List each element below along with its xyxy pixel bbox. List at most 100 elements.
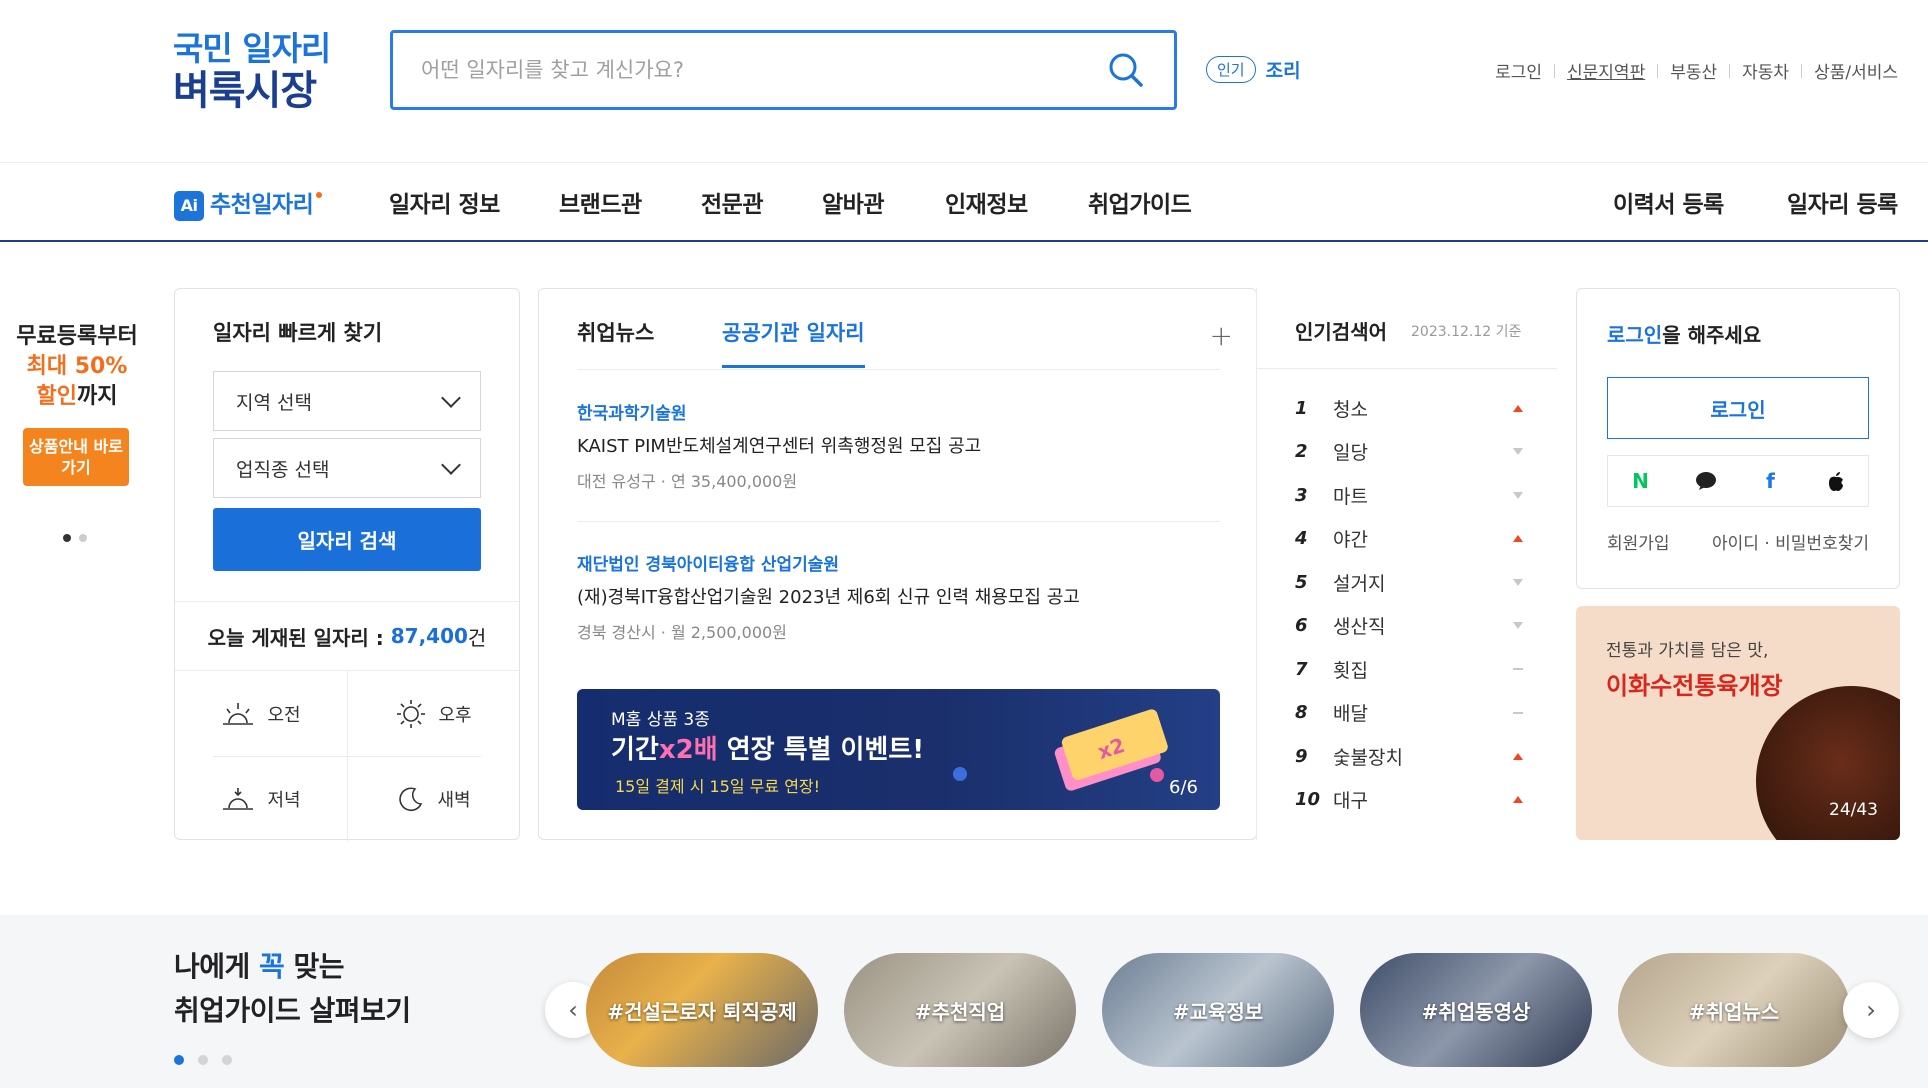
- guide-pill[interactable]: #취업뉴스: [1618, 953, 1850, 1067]
- nav-career-guide[interactable]: 취업가이드: [1088, 185, 1192, 219]
- guide-pill[interactable]: #취업동영상: [1360, 953, 1592, 1067]
- search-box: [390, 30, 1177, 110]
- chevron-down-icon: [441, 388, 461, 408]
- ranking-item[interactable]: 9 숯불장치: [1295, 736, 1523, 776]
- nav-expert[interactable]: 전문관: [701, 185, 763, 219]
- time-dawn[interactable]: 새벽: [348, 756, 520, 841]
- ranking-item[interactable]: 2 일당: [1295, 432, 1523, 472]
- nav-resume-register[interactable]: 이력서 등록: [1613, 185, 1724, 219]
- plus-icon[interactable]: +: [1210, 319, 1233, 352]
- trend-up-icon: [1513, 404, 1523, 412]
- guide-pill[interactable]: #추천직업: [844, 953, 1076, 1067]
- sun-icon: [397, 699, 426, 728]
- naver-icon[interactable]: N: [1608, 456, 1673, 506]
- find-account-link[interactable]: 아이디 · 비밀번호찾기: [1712, 529, 1869, 554]
- pager-dot[interactable]: [222, 1055, 232, 1065]
- ranking-item[interactable]: 5 설거지: [1295, 562, 1523, 602]
- ranking-number: 9: [1295, 745, 1308, 767]
- guide-pill[interactable]: #교육정보: [1102, 953, 1334, 1067]
- time-morning[interactable]: 오전: [175, 671, 347, 756]
- ranking-item[interactable]: 1 청소: [1295, 388, 1523, 428]
- sunset-icon: [223, 787, 254, 810]
- time-afternoon-label: 오후: [438, 704, 472, 726]
- ai-icon: Ai: [174, 190, 204, 221]
- ranking-item[interactable]: 7 횟집: [1295, 649, 1523, 689]
- job-search-button[interactable]: 일자리 검색: [213, 508, 481, 571]
- nav-recommended-jobs[interactable]: Ai 추천일자리: [174, 185, 323, 221]
- login-button[interactable]: 로그인: [1607, 377, 1869, 439]
- ranking-item[interactable]: 8 배달: [1295, 693, 1523, 733]
- nav-recommended-label: 추천일자리: [210, 192, 314, 218]
- ranking-word: 횟집: [1333, 659, 1368, 682]
- pager-dot[interactable]: [198, 1055, 208, 1065]
- ranking-word: 청소: [1333, 398, 1368, 421]
- nav-talent[interactable]: 인재정보: [945, 185, 1028, 219]
- chevron-down-icon: [441, 455, 461, 475]
- util-newspaper-link[interactable]: 신문지역판: [1567, 58, 1645, 83]
- news-item-meta: 경북 경산시 · 월 2,500,000원: [577, 623, 787, 642]
- popular-keyword-text[interactable]: 조리: [1266, 56, 1301, 83]
- time-evening[interactable]: 저녁: [175, 756, 347, 841]
- banner-line3: 15일 결제 시 15일 무료 연장!: [615, 777, 821, 796]
- nav-alba[interactable]: 알바관: [822, 185, 884, 219]
- nav-job-register[interactable]: 일자리 등록: [1787, 185, 1898, 219]
- sns-login: N f: [1607, 455, 1869, 507]
- region-select[interactable]: 지역 선택: [213, 371, 481, 431]
- job-type-select[interactable]: 업직종 선택: [213, 438, 481, 498]
- ranking-item[interactable]: 4 야간: [1295, 519, 1523, 559]
- event-banner[interactable]: M홈 상품 3종 기간x2배 연장 특별 이벤트! 15일 결제 시 15일 무…: [577, 689, 1220, 810]
- kakao-icon[interactable]: [1673, 456, 1738, 506]
- time-morning-label: 오전: [267, 704, 301, 726]
- ranking-item[interactable]: 10 대구: [1295, 780, 1523, 820]
- logo-line2: 벼룩시장: [173, 68, 317, 114]
- promo-line3-rest: 까지: [77, 384, 118, 409]
- tab-job-news[interactable]: 취업뉴스: [577, 317, 654, 347]
- util-products-link[interactable]: 상품/서비스: [1814, 58, 1898, 83]
- pager-dot[interactable]: [174, 1055, 184, 1065]
- ranking-item[interactable]: 3 마트: [1295, 475, 1523, 515]
- career-guide-section: 나에게 꼭 맞는 취업가이드 살펴보기 ‹ #건설근로자 퇴직공제 #추천직업 …: [0, 915, 1928, 1088]
- ranking-number: 2: [1295, 441, 1308, 462]
- pager-dot[interactable]: [63, 534, 71, 542]
- ranking-item[interactable]: 6 생산직: [1295, 606, 1523, 646]
- signup-link[interactable]: 회원가입: [1607, 529, 1670, 554]
- time-evening-label: 저녁: [267, 789, 301, 811]
- region-select-label: 지역 선택: [236, 391, 312, 414]
- util-login-link[interactable]: 로그인: [1495, 58, 1542, 83]
- main-nav: Ai 추천일자리 일자리 정보 브랜드관 전문관 알바관 인재정보 취업가이드 이…: [0, 162, 1928, 242]
- promo-line3-highlight: 할인: [36, 384, 77, 409]
- ranking-word: 숯불장치: [1333, 746, 1403, 769]
- guide-pill[interactable]: #건설근로자 퇴직공제: [586, 953, 818, 1067]
- promo-button[interactable]: 상품안내 바로가기: [23, 428, 129, 486]
- search-icon[interactable]: [1106, 50, 1146, 90]
- popular-badge: 인기: [1206, 56, 1256, 83]
- banner-pager: 6/6: [1169, 777, 1198, 798]
- tab-public-jobs[interactable]: 공공기관 일자리: [722, 317, 865, 347]
- news-panel: 취업뉴스 공공기관 일자리 + 한국과학기술원 KAIST PIM반도체설계연구…: [538, 288, 1257, 840]
- sunrise-icon: [223, 702, 254, 725]
- nav-brand[interactable]: 브랜드관: [559, 185, 642, 219]
- news-item[interactable]: 한국과학기술원 KAIST PIM반도체설계연구센터 위촉행정원 모집 공고 대…: [577, 399, 1220, 492]
- news-item[interactable]: 재단법인 경북아이티융합 산업기술원 (재)경북IT융합산업기술원 2023년 …: [577, 550, 1220, 643]
- moon-icon: [399, 787, 423, 811]
- facebook-icon[interactable]: f: [1738, 456, 1803, 506]
- pager-dot[interactable]: [79, 534, 87, 542]
- apple-icon[interactable]: [1803, 456, 1868, 506]
- trend-down-icon: [1513, 448, 1523, 455]
- ranking-word: 야간: [1333, 529, 1368, 551]
- util-car-link[interactable]: 자동차: [1742, 58, 1789, 83]
- nav-job-info[interactable]: 일자리 정보: [389, 185, 500, 219]
- login-prompt: 로그인을 해주세요: [1607, 323, 1762, 347]
- ranking-number: 10: [1295, 789, 1321, 810]
- popular-keyword[interactable]: 인기 조리: [1206, 56, 1301, 83]
- ad-banner[interactable]: 전통과 가치를 담은 맛, 이화수전통육개장 24/43: [1576, 606, 1900, 840]
- site-logo[interactable]: 국민 일자리 벼룩시장: [173, 28, 331, 114]
- next-arrow-icon[interactable]: ›: [1843, 982, 1899, 1038]
- util-realestate-link[interactable]: 부동산: [1670, 58, 1717, 83]
- time-afternoon[interactable]: 오후: [348, 671, 520, 756]
- guide-pager: [174, 1055, 232, 1065]
- news-item-title: (재)경북IT융합산업기술원 2023년 제6회 신규 인력 채용모집 공고: [577, 587, 1080, 608]
- banner-line1: M홈 상품 3종: [611, 710, 710, 730]
- search-input[interactable]: [421, 58, 1106, 82]
- trend-up-icon: [1513, 752, 1523, 760]
